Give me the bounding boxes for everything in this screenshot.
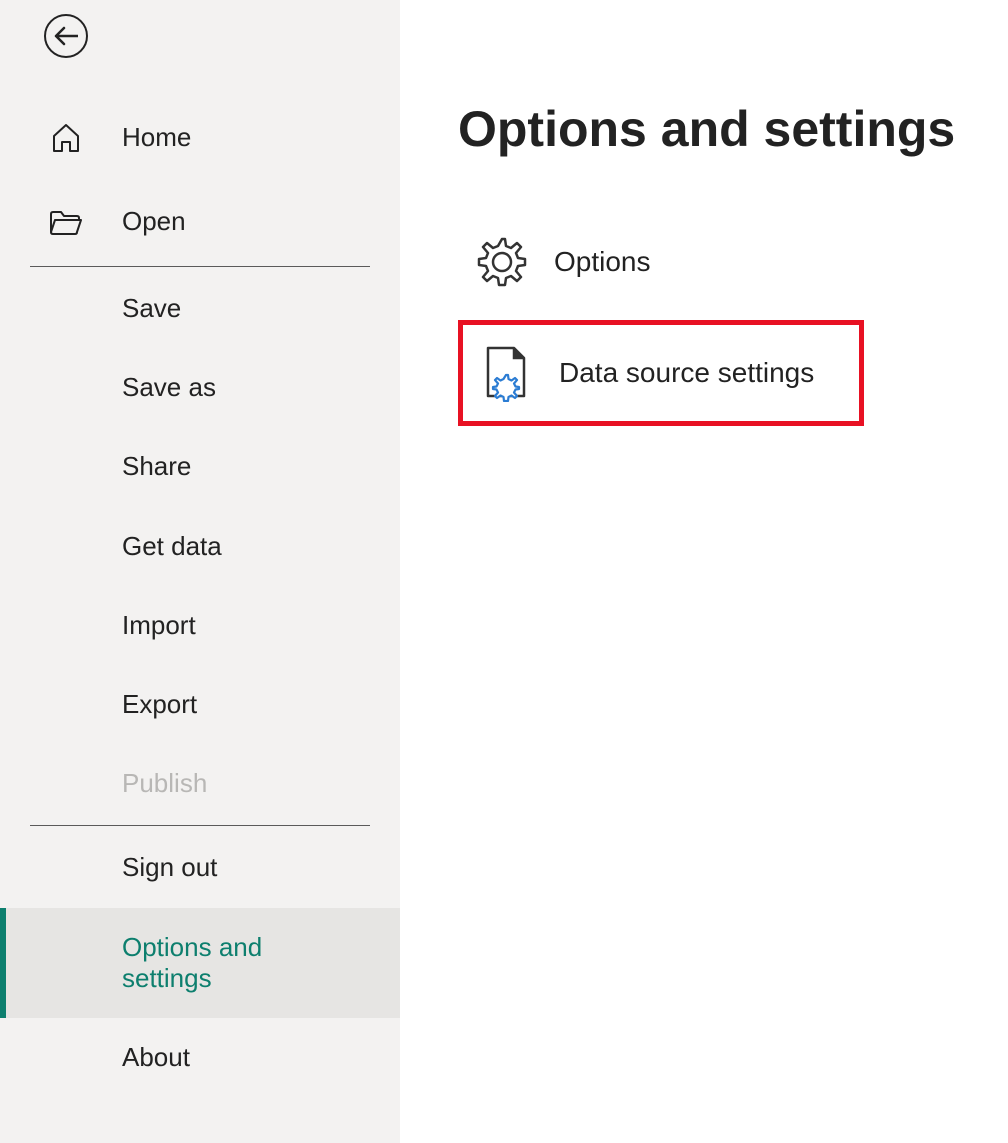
sidebar-item-open[interactable]: Open (0, 180, 400, 264)
sidebar-item-share[interactable]: Share (0, 427, 400, 506)
sidebar-item-label: Home (122, 122, 191, 153)
sidebar-item-label: Options and settings (122, 932, 342, 994)
file-gear-icon (477, 343, 537, 403)
sidebar-item-label: Import (122, 610, 196, 641)
option-label: Options (554, 246, 651, 278)
sidebar-item-label: Save as (122, 372, 216, 403)
gear-icon (472, 232, 532, 292)
home-icon (48, 120, 84, 156)
sidebar-item-publish: Publish (0, 744, 400, 823)
option-label: Data source settings (559, 357, 814, 389)
sidebar-item-label: About (122, 1042, 190, 1073)
sidebar-item-signout[interactable]: Sign out (0, 828, 400, 907)
page-title: Options and settings (458, 100, 1008, 158)
option-options[interactable]: Options (458, 214, 864, 310)
sidebar-item-saveas[interactable]: Save as (0, 348, 400, 427)
sidebar-item-save[interactable]: Save (0, 269, 400, 348)
sidebar-divider (30, 266, 370, 267)
sidebar-item-label: Open (122, 206, 186, 237)
sidebar: Home Open Save Save as Share Get data Im… (0, 0, 400, 1143)
sidebar-item-label: Publish (122, 768, 207, 799)
option-data-source-settings[interactable]: Data source settings (458, 320, 864, 426)
sidebar-item-import[interactable]: Import (0, 586, 400, 665)
sidebar-item-about[interactable]: About (0, 1018, 400, 1097)
arrow-left-icon (54, 26, 78, 46)
folder-icon (48, 204, 84, 240)
back-button[interactable] (44, 14, 88, 58)
sidebar-item-label: Save (122, 293, 181, 324)
main-content: Options and settings Options Data source… (400, 0, 1008, 1143)
sidebar-item-label: Share (122, 451, 191, 482)
sidebar-item-getdata[interactable]: Get data (0, 507, 400, 586)
sidebar-item-label: Sign out (122, 852, 217, 883)
sidebar-divider (30, 825, 370, 826)
sidebar-item-options-settings[interactable]: Options and settings (0, 908, 400, 1018)
sidebar-item-label: Get data (122, 531, 222, 562)
sidebar-item-home[interactable]: Home (0, 96, 400, 180)
sidebar-item-label: Export (122, 689, 197, 720)
sidebar-item-export[interactable]: Export (0, 665, 400, 744)
